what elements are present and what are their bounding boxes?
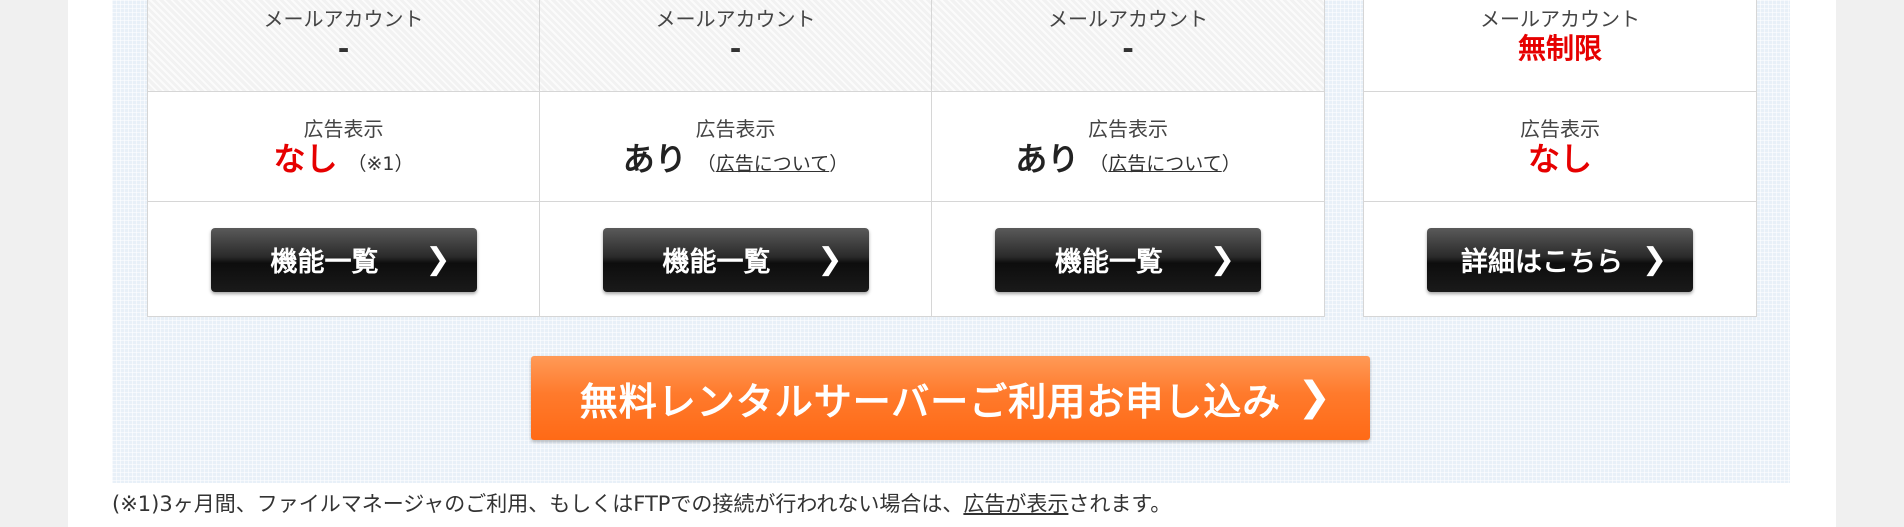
plan-4-mail-cell: メールアカウント 無制限 (1364, 0, 1756, 92)
plans-table: メールアカウント - メールアカウント - メールアカウント - 広告表示 なし… (147, 0, 1325, 317)
plan-3-button-cell: 機能一覧 ❯ (932, 202, 1324, 317)
chevron-right-icon: ❯ (1209, 242, 1235, 277)
plan-2-button-cell: 機能一覧 ❯ (540, 202, 932, 317)
chevron-right-icon: ❯ (817, 242, 843, 277)
note-close-paren: ） (829, 153, 849, 175)
mail-account-value: - (1122, 32, 1134, 65)
plan-1-button-cell: 機能一覧 ❯ (148, 202, 540, 317)
feature-list-button[interactable]: 機能一覧 ❯ (210, 227, 477, 292)
button-label: 機能一覧 (270, 247, 379, 278)
premium-plan-column: メールアカウント 無制限 広告表示 なし 詳細はこちら ❯ (1363, 0, 1757, 317)
about-ads-link[interactable]: 広告について (1108, 153, 1221, 175)
chevron-right-icon: ❯ (1297, 374, 1332, 420)
mail-account-value: 無制限 (1517, 32, 1602, 65)
mail-account-label: メールアカウント (1480, 7, 1640, 31)
note-open-paren: （ (696, 153, 716, 175)
mail-account-label: メールアカウント (655, 7, 816, 31)
note-close-paren: ） (1221, 153, 1241, 175)
ad-footnote: (※1)3ヶ月間、ファイルマネージャのご利用、もしくはFTPでの接続が行われない… (112, 488, 1171, 518)
ad-display-value: なし (1527, 140, 1592, 178)
plan-3-ad-cell: 広告表示 あり （広告について） (932, 92, 1324, 202)
ads-shown-link[interactable]: 広告が表示 (963, 492, 1068, 516)
footnote-text: (※1)3ヶ月間、ファイルマネージャのご利用、もしくはFTPでの接続が行われない… (112, 492, 964, 516)
chevron-right-icon: ❯ (1641, 242, 1667, 277)
ad-display-label: 広告表示 (1520, 117, 1600, 141)
plan-1-mail-cell: メールアカウント - (148, 0, 540, 92)
footnote-suffix: されます。 (1068, 492, 1172, 516)
ad-display-value: あり (622, 140, 687, 178)
free-server-signup-button[interactable]: 無料レンタルサーバーご利用お申し込み ❯ (531, 356, 1370, 440)
button-label: 詳細はこちら (1461, 247, 1623, 278)
mail-account-label: メールアカウント (1048, 7, 1208, 31)
ad-display-value: あり (1015, 140, 1080, 178)
plan-2-ad-cell: 広告表示 あり （広告について） (540, 92, 932, 202)
details-button[interactable]: 詳細はこちら ❯ (1427, 227, 1693, 292)
ad-display-label: 広告表示 (1088, 117, 1168, 141)
ad-footnote-marker: （※1） (347, 153, 414, 175)
ad-display-label: 広告表示 (303, 117, 384, 141)
button-label: 機能一覧 (1055, 247, 1163, 278)
plan-2-mail-cell: メールアカウント - (540, 0, 932, 92)
plan-3-mail-cell: メールアカウント - (932, 0, 1324, 92)
mail-account-value: - (729, 32, 742, 65)
plan-4-ad-cell: 広告表示 なし (1364, 92, 1756, 202)
about-ads-link[interactable]: 広告について (716, 153, 829, 175)
plan-4-button-cell: 詳細はこちら ❯ (1364, 202, 1756, 317)
mail-account-label: メールアカウント (263, 7, 424, 31)
button-label: 機能一覧 (662, 247, 771, 278)
mail-account-value: - (337, 32, 350, 65)
feature-list-button[interactable]: 機能一覧 ❯ (995, 227, 1261, 292)
ad-display-label: 広告表示 (695, 117, 776, 141)
signup-button-label: 無料レンタルサーバーご利用お申し込み (579, 379, 1282, 424)
chevron-right-icon: ❯ (425, 242, 451, 277)
feature-list-button[interactable]: 機能一覧 ❯ (602, 227, 869, 292)
ad-display-value: なし (273, 140, 338, 178)
plan-1-ad-cell: 広告表示 なし （※1） (148, 92, 540, 202)
note-open-paren: （ (1089, 153, 1109, 175)
